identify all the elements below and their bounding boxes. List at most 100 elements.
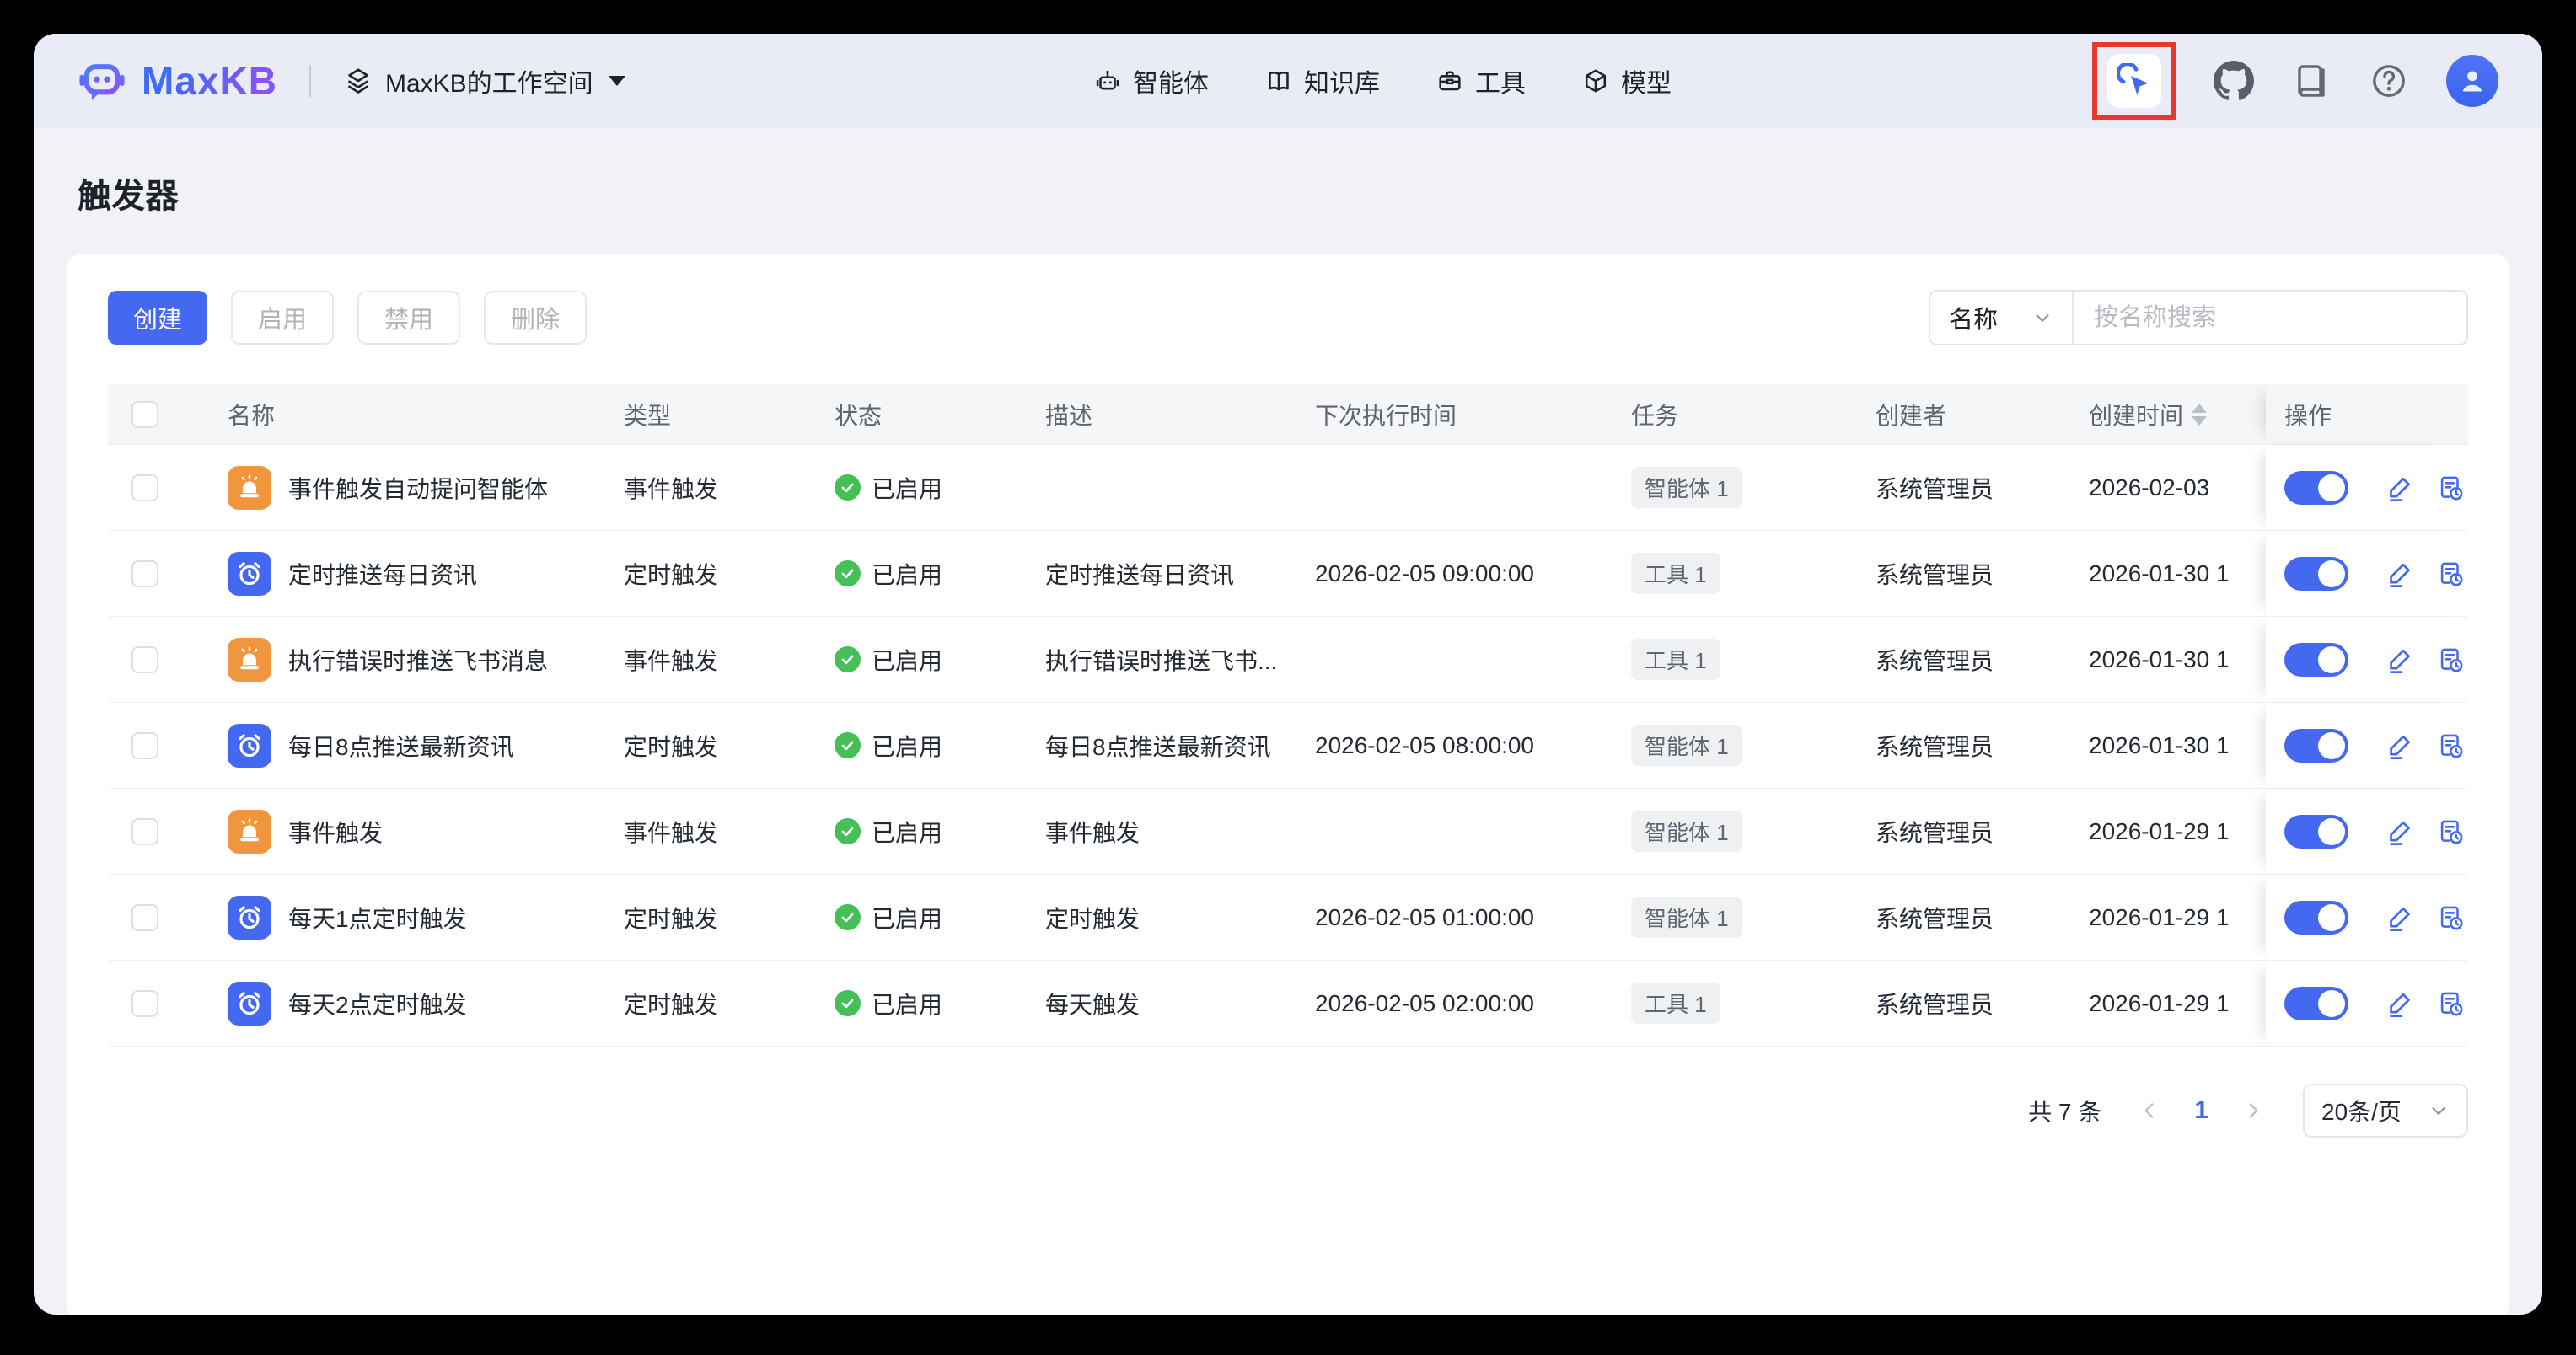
execution-record-button[interactable]: [2436, 817, 2465, 846]
col-actions: 操作: [2266, 384, 2468, 444]
enable-button[interactable]: 启用: [231, 291, 334, 345]
enabled-toggle[interactable]: [2284, 987, 2348, 1020]
trigger-status: 已启用: [835, 471, 1045, 505]
prev-page-button[interactable]: [2139, 1100, 2160, 1122]
enabled-toggle[interactable]: [2284, 815, 2348, 849]
edit-button[interactable]: [2385, 989, 2414, 1018]
chevron-down-icon: [609, 76, 625, 86]
nav-item-knowledge[interactable]: 知识库: [1264, 62, 1380, 99]
table-row[interactable]: 事件触发自动提问智能体 事件触发 已启用 智能体 1 系统管理员 2026-02…: [108, 445, 2468, 531]
search-field-select[interactable]: 名称: [1930, 292, 2072, 344]
next-run-time: 2026-02-05 01:00:00: [1315, 904, 1631, 931]
row-checkbox[interactable]: [131, 818, 158, 845]
row-checkbox[interactable]: [131, 904, 158, 931]
task-badge: 工具 1: [1631, 553, 1720, 594]
book-icon: [1264, 67, 1293, 95]
workspace-selector[interactable]: MaxKB的工作空间: [343, 62, 625, 99]
table-body: 事件触发自动提问智能体 事件触发 已启用 智能体 1 系统管理员 2026-02…: [108, 445, 2468, 1047]
topbar: MaxKB MaxKB的工作空间 智能体: [34, 34, 2542, 128]
trigger-name[interactable]: 每天2点定时触发: [288, 987, 480, 1020]
create-button[interactable]: 创建: [108, 291, 207, 345]
row-checkbox[interactable]: [131, 474, 158, 501]
row-checkbox[interactable]: [131, 646, 158, 673]
status-label: 已启用: [872, 557, 942, 591]
execution-record-button[interactable]: [2436, 989, 2465, 1018]
enabled-toggle[interactable]: [2284, 901, 2348, 935]
next-page-button[interactable]: [2242, 1100, 2264, 1122]
table-row[interactable]: 执行错误时推送飞书消息 事件触发 已启用 执行错误时推送飞书... 工具 1 系…: [108, 617, 2468, 703]
chevron-right-icon: [2242, 1100, 2264, 1122]
edit-button[interactable]: [2385, 903, 2414, 932]
status-check-icon: [835, 646, 861, 672]
row-checkbox[interactable]: [131, 990, 158, 1017]
execution-record-button[interactable]: [2436, 903, 2465, 932]
nav-item-tools[interactable]: 工具: [1436, 62, 1526, 99]
trigger-cursor-icon: [2117, 63, 2152, 99]
col-created[interactable]: 创建时间: [2089, 398, 2266, 431]
trigger-desc: 定时推送每日资讯: [1045, 557, 1315, 591]
table-row[interactable]: 事件触发 事件触发 已启用 事件触发 智能体 1 系统管理员 2026-01-2…: [108, 789, 2468, 875]
document-clock-icon: [2436, 731, 2465, 760]
execution-record-button[interactable]: [2436, 645, 2465, 674]
enabled-toggle[interactable]: [2284, 729, 2348, 763]
pencil-icon: [2385, 560, 2414, 588]
execution-record-button[interactable]: [2436, 731, 2465, 760]
edit-button[interactable]: [2385, 817, 2414, 846]
task-badge: 工具 1: [1631, 983, 1720, 1024]
document-clock-icon: [2436, 474, 2465, 502]
nav-item-models[interactable]: 模型: [1581, 62, 1672, 99]
brand[interactable]: MaxKB: [78, 56, 277, 105]
edit-button[interactable]: [2385, 645, 2414, 674]
next-run-time: 2026-02-05 09:00:00: [1315, 560, 1631, 587]
edit-button[interactable]: [2385, 560, 2414, 588]
execution-record-button[interactable]: [2436, 474, 2465, 502]
pencil-icon: [2385, 903, 2414, 932]
trigger-name[interactable]: 每日8点推送最新资讯: [288, 729, 528, 763]
table-row[interactable]: 每天1点定时触发 定时触发 已启用 定时触发 2026-02-05 01:00:…: [108, 875, 2468, 961]
delete-button[interactable]: 删除: [484, 291, 587, 345]
document-clock-icon: [2436, 817, 2465, 846]
pencil-icon: [2385, 645, 2414, 674]
row-checkbox[interactable]: [131, 560, 158, 587]
triggers-card: 创建 启用 禁用 删除 名称 名称 类型: [67, 254, 2509, 1315]
trigger-name[interactable]: 事件触发: [288, 815, 396, 849]
trigger-name[interactable]: 执行错误时推送飞书消息: [288, 643, 561, 677]
github-button[interactable]: [2214, 61, 2254, 101]
workspace-label: MaxKB的工作空间: [385, 62, 593, 99]
table-row[interactable]: 每天2点定时触发 定时触发 已启用 每天触发 2026-02-05 02:00:…: [108, 961, 2468, 1047]
cube-icon: [1581, 67, 1610, 95]
sort-icon[interactable]: [2192, 404, 2207, 426]
nav-label: 模型: [1621, 62, 1672, 99]
table-row[interactable]: 每日8点推送最新资讯 定时触发 已启用 每日8点推送最新资讯 2026-02-0…: [108, 703, 2468, 789]
table-row[interactable]: 定时推送每日资讯 定时触发 已启用 定时推送每日资讯 2026-02-05 09…: [108, 531, 2468, 617]
created-time: 2026-01-29 1: [2089, 990, 2266, 1017]
select-all-checkbox[interactable]: [131, 401, 158, 428]
trigger-desc: 定时触发: [1045, 901, 1315, 935]
avatar[interactable]: [2446, 55, 2498, 107]
trigger-desc: 每天触发: [1045, 987, 1315, 1020]
help-button[interactable]: [2369, 61, 2409, 101]
enabled-toggle[interactable]: [2284, 643, 2348, 677]
trigger-button[interactable]: [2107, 54, 2161, 108]
created-time: 2026-01-29 1: [2089, 904, 2266, 931]
edit-button[interactable]: [2385, 474, 2414, 502]
page-number[interactable]: 1: [2194, 1096, 2208, 1125]
execution-record-button[interactable]: [2436, 560, 2465, 588]
top-nav: 智能体 知识库 工具: [1093, 62, 1672, 99]
creator: 系统管理员: [1876, 815, 2089, 849]
row-checkbox[interactable]: [131, 732, 158, 759]
nav-item-agents[interactable]: 智能体: [1093, 62, 1209, 99]
trigger-name[interactable]: 每天1点定时触发: [288, 901, 480, 935]
status-check-icon: [835, 904, 861, 930]
page-size-select[interactable]: 20条/页: [2303, 1084, 2468, 1138]
enabled-toggle[interactable]: [2284, 557, 2348, 591]
trigger-type: 定时触发: [624, 729, 835, 763]
trigger-name[interactable]: 事件触发自动提问智能体: [288, 471, 561, 505]
edit-button[interactable]: [2385, 731, 2414, 760]
enabled-toggle[interactable]: [2284, 471, 2348, 505]
search-group: 名称: [1929, 290, 2468, 345]
search-input[interactable]: [2074, 292, 2466, 344]
trigger-name[interactable]: 定时推送每日资讯: [288, 557, 491, 591]
disable-button[interactable]: 禁用: [357, 291, 460, 345]
docs-button[interactable]: [2291, 61, 2332, 101]
